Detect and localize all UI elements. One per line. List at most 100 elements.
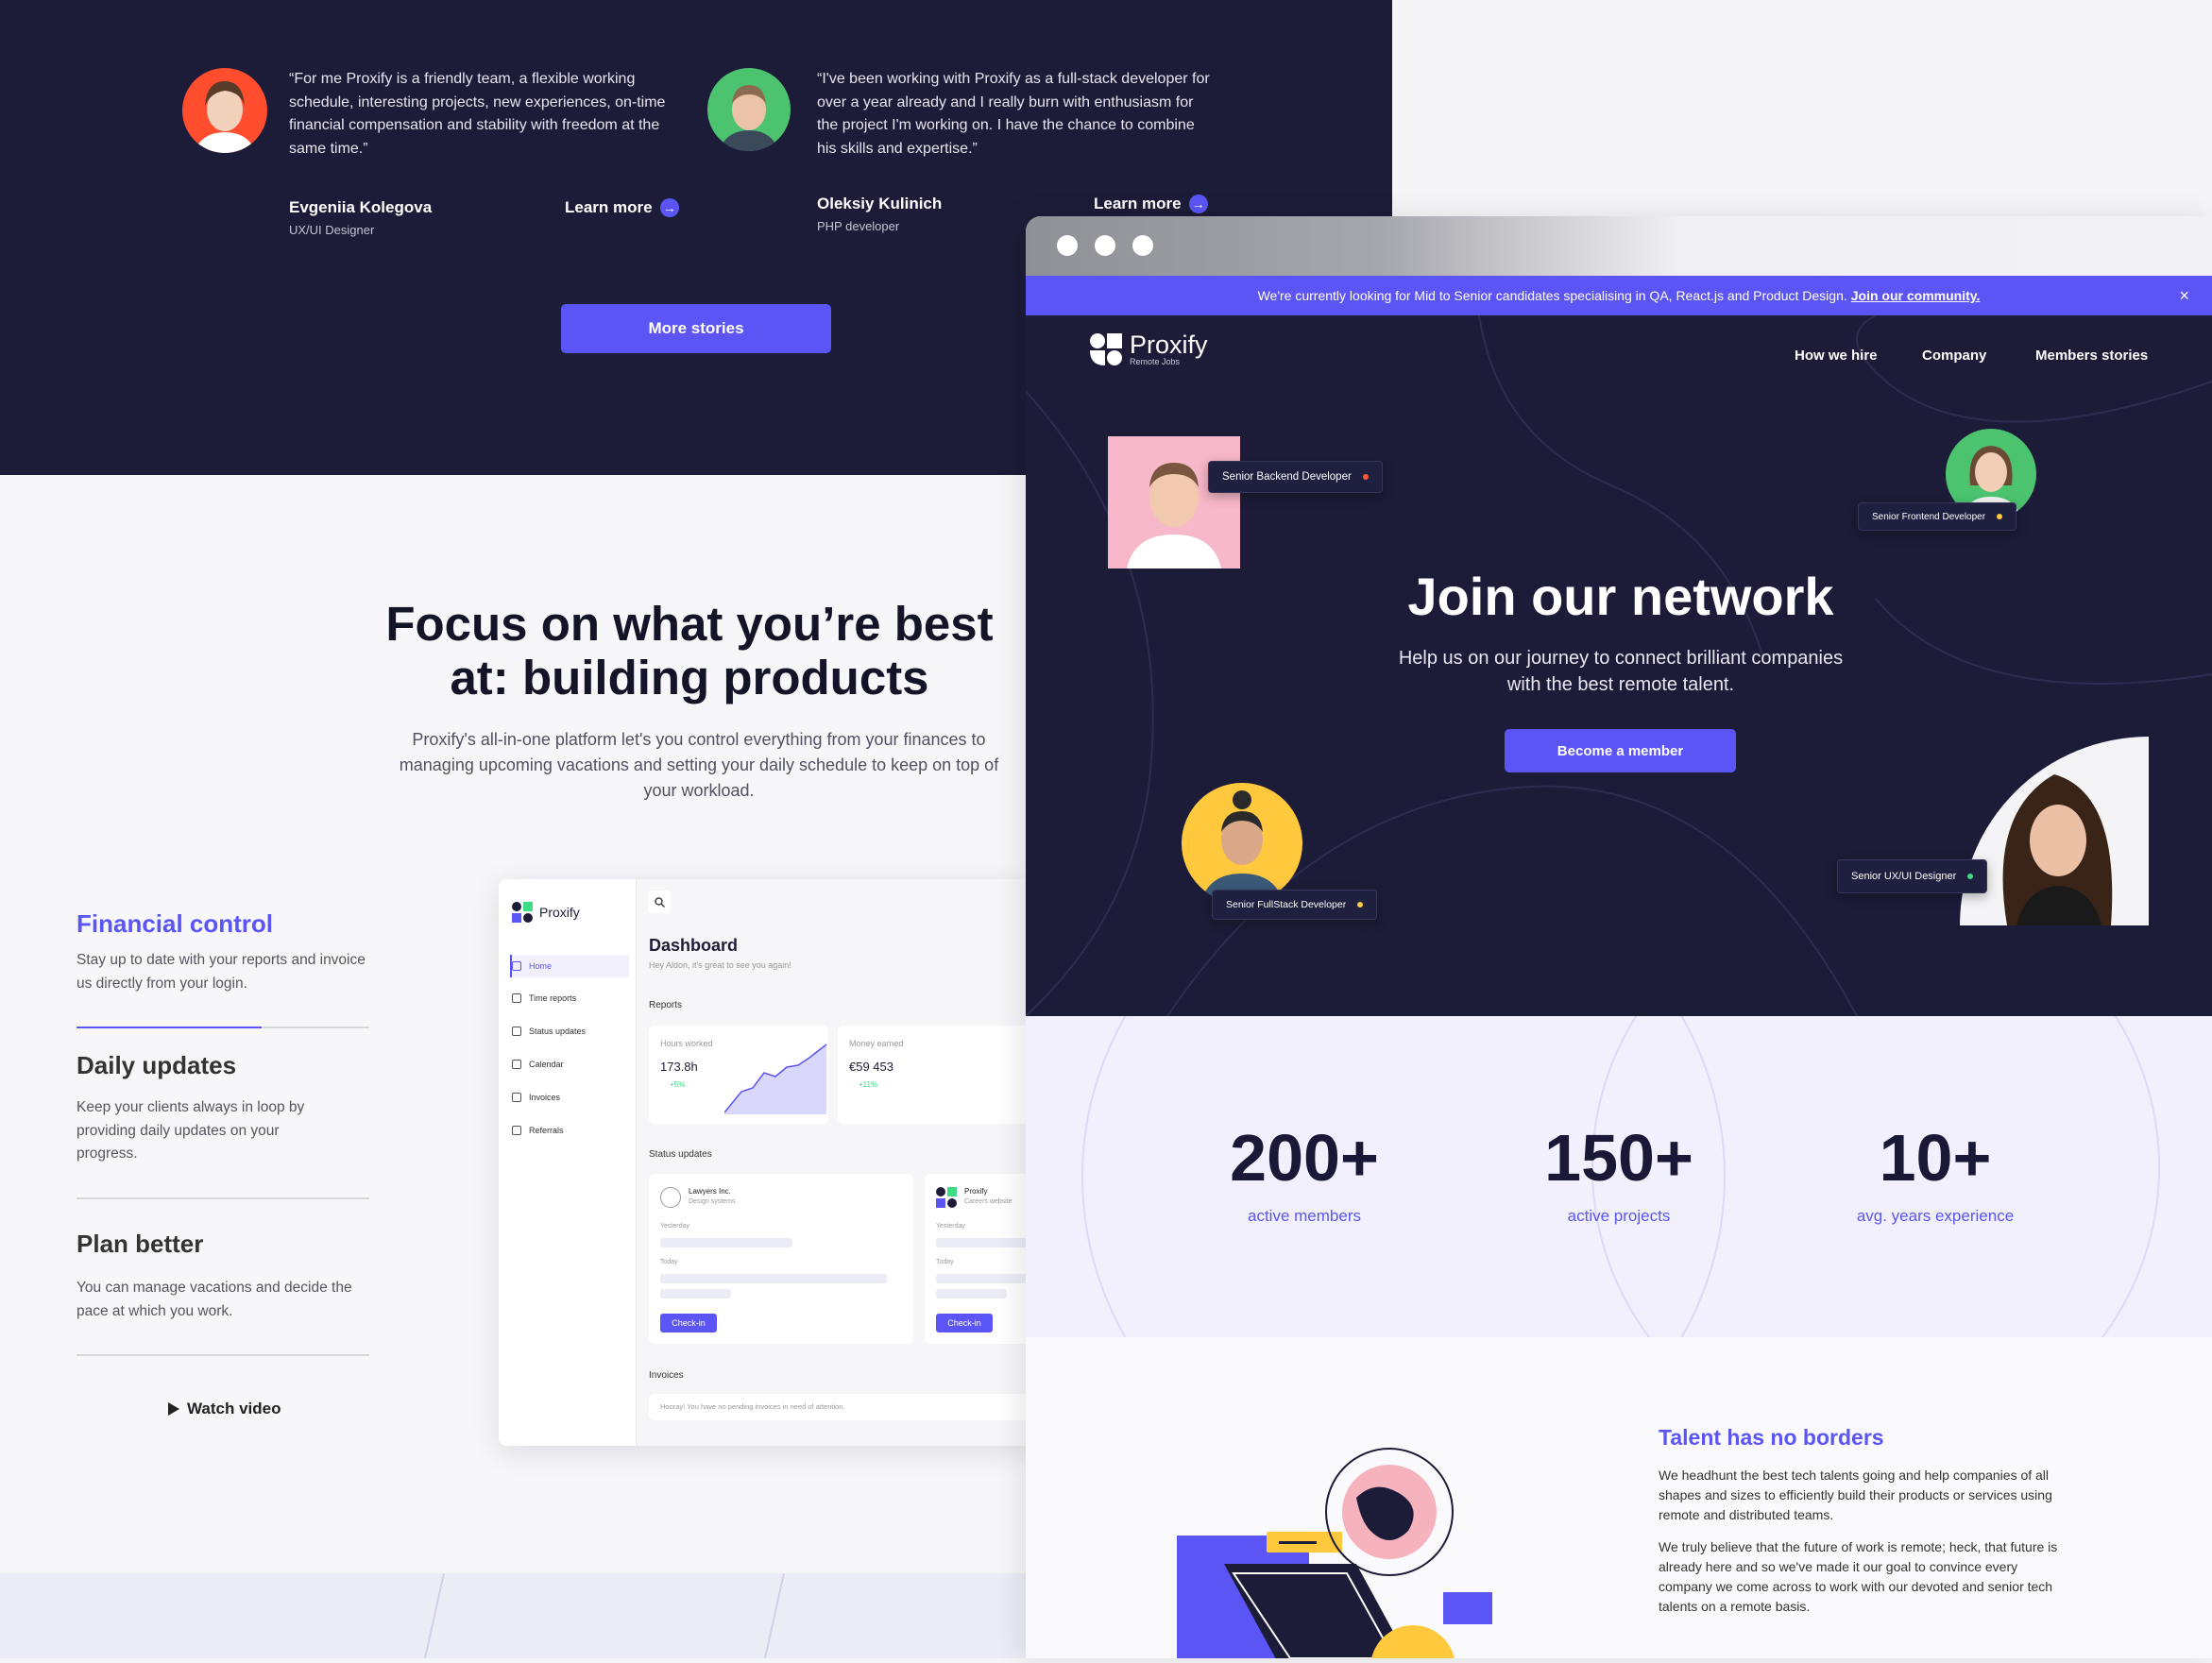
window-close-dot[interactable] bbox=[1057, 235, 1078, 256]
dashboard-greeting: Hey Aldon, it's great to see you again! bbox=[649, 960, 791, 970]
feature-desc: Keep your clients always in loop by prov… bbox=[77, 1099, 305, 1162]
sidebar-item-calendar[interactable]: Calendar bbox=[512, 1060, 564, 1069]
proxify-logo[interactable]: Proxify Remote Jobs bbox=[1090, 332, 1208, 366]
feature-tab-financial-control[interactable]: Financial control bbox=[77, 909, 273, 939]
home-icon bbox=[512, 961, 521, 971]
hours-change: +5% bbox=[670, 1080, 686, 1089]
pencil-icon bbox=[512, 993, 521, 1003]
search-icon bbox=[654, 896, 665, 908]
dashboard-search-button[interactable] bbox=[648, 891, 671, 913]
play-icon bbox=[168, 1402, 179, 1416]
feature-tab-plan-better[interactable]: Plan better bbox=[77, 1230, 203, 1259]
remote-work-illustration bbox=[1177, 1448, 1492, 1658]
learn-more-label: Learn more bbox=[565, 198, 653, 216]
role-tag: Senior FullStack Developer bbox=[1212, 890, 1378, 920]
status-today: Today bbox=[936, 1259, 954, 1265]
check-in-button[interactable]: Check-in bbox=[660, 1314, 717, 1332]
become-member-button[interactable]: Become a member bbox=[1505, 729, 1736, 772]
status-company: Proxify bbox=[964, 1187, 988, 1196]
hero-section: Proxify Remote Jobs How we hire Company … bbox=[1026, 315, 2212, 1016]
status-bar bbox=[936, 1238, 1029, 1247]
person-name: Evgeniia Kolegova bbox=[289, 198, 433, 216]
hours-value: 173.8h bbox=[660, 1060, 698, 1074]
curves-decor bbox=[424, 1572, 785, 1659]
window-minimize-dot[interactable] bbox=[1095, 235, 1115, 256]
sidebar-item-referrals[interactable]: Referrals bbox=[512, 1126, 564, 1135]
focus-description: Proxify's all-in-one platform let's you … bbox=[399, 730, 999, 800]
sidebar-item-status-updates[interactable]: Status updates bbox=[512, 1027, 586, 1036]
invoices-text: Hooray! You have no pending invoices in … bbox=[660, 1402, 845, 1411]
quote-text: “For me Proxify is a friendly team, a fl… bbox=[289, 71, 666, 157]
watch-video-button[interactable]: Watch video bbox=[168, 1400, 281, 1418]
logo-name: Proxify bbox=[1130, 331, 1208, 359]
role-tag-label: Senior Frontend Developer bbox=[1872, 511, 1986, 522]
invoices-card: Hooray! You have no pending invoices in … bbox=[649, 1394, 1029, 1420]
sidebar-item-invoices[interactable]: Invoices bbox=[512, 1093, 560, 1102]
hero-subtitle: Help us on our journey to connect brilli… bbox=[1222, 645, 2019, 698]
sidebar-item-time-reports[interactable]: Time reports bbox=[512, 993, 576, 1003]
status-today: Today bbox=[660, 1259, 678, 1265]
nav-company[interactable]: Company bbox=[1922, 348, 1986, 364]
status-dot-icon bbox=[1357, 902, 1364, 908]
proxify-logo-icon bbox=[1090, 333, 1122, 365]
hero-title: Join our network bbox=[1407, 567, 1834, 626]
nav-how-we-hire[interactable]: How we hire bbox=[1795, 348, 1878, 364]
learn-more-link[interactable]: Learn more → bbox=[565, 198, 679, 217]
person-name: Oleksiy Kulinich bbox=[817, 195, 943, 212]
pulse-icon bbox=[512, 1027, 521, 1036]
avatar-oleksiy bbox=[707, 68, 791, 151]
stat-label: avg. years experience bbox=[1856, 1207, 2015, 1225]
quote-text: “I've been working with Proxify as a ful… bbox=[817, 71, 1210, 157]
status-bar bbox=[660, 1274, 887, 1283]
person-role: PHP developer bbox=[817, 219, 900, 233]
money-value: €59 453 bbox=[849, 1060, 893, 1074]
talent-title: Talent has no borders bbox=[1659, 1425, 1884, 1450]
talent-paragraph: We truly believe that the future of work… bbox=[1659, 1539, 2058, 1614]
announcement-banner: We're currently looking for Mid to Senio… bbox=[1026, 276, 2212, 315]
status-sub: Design systems bbox=[689, 1198, 736, 1205]
status-dot-icon bbox=[1967, 874, 1974, 879]
status-yesterday: Yesterday bbox=[936, 1223, 965, 1230]
feature-tab-daily-updates[interactable]: Daily updates bbox=[77, 1051, 236, 1080]
status-label: Status updates bbox=[649, 1149, 712, 1160]
learn-more-label: Learn more bbox=[1094, 195, 1182, 212]
banner-close-icon[interactable]: × bbox=[2179, 276, 2189, 315]
sidebar-item-home[interactable]: Home bbox=[512, 961, 552, 971]
status-card: Lawyers Inc. Design systems Yesterday To… bbox=[649, 1174, 913, 1344]
sidebar-item-label: Home bbox=[529, 961, 553, 971]
join-community-link[interactable]: Join our community. bbox=[1851, 288, 1981, 303]
banner-text: We're currently looking for Mid to Senio… bbox=[1257, 288, 1847, 303]
arrow-right-icon: → bbox=[1188, 195, 1208, 213]
arrow-right-icon: → bbox=[659, 198, 679, 217]
role-tag: Senior Frontend Developer bbox=[1858, 502, 2017, 531]
hours-card: Hours worked 173.8h +5% bbox=[649, 1026, 828, 1124]
hours-label: Hours worked bbox=[660, 1039, 713, 1048]
photo-fullstack-developer bbox=[1182, 783, 1302, 904]
hero-subtitle-line2: with the best remote talent. bbox=[1506, 674, 1735, 695]
sidebar-item-label: Invoices bbox=[529, 1093, 561, 1102]
hero-subtitle-line1: Help us on our journey to connect brilli… bbox=[1398, 648, 1844, 669]
stat-value: 10+ bbox=[1879, 1121, 1992, 1195]
proxify-logo-icon bbox=[936, 1187, 957, 1208]
feature-divider bbox=[77, 1197, 369, 1199]
sidebar-item-label: Status updates bbox=[529, 1027, 587, 1036]
dashboard-title: Dashboard bbox=[649, 936, 739, 955]
dashboard-mockup: Proxify Home Time reports Status updates… bbox=[499, 879, 1029, 1446]
role-tag-label: Senior Backend Developer bbox=[1222, 471, 1352, 483]
more-stories-button[interactable]: More stories bbox=[561, 304, 831, 353]
money-label: Money earned bbox=[849, 1039, 904, 1048]
stat-label: active projects bbox=[1567, 1207, 1671, 1225]
proxify-logo-icon bbox=[512, 902, 533, 923]
calendar-icon bbox=[512, 1060, 521, 1069]
status-bar bbox=[660, 1238, 792, 1247]
status-sub: Careers website bbox=[964, 1198, 1012, 1205]
learn-more-link[interactable]: Learn more → bbox=[1094, 195, 1208, 213]
photo-backend-developer bbox=[1108, 436, 1240, 568]
check-in-button[interactable]: Check-in bbox=[936, 1314, 993, 1332]
invoices-label: Invoices bbox=[649, 1370, 684, 1381]
nav-members-stories[interactable]: Members stories bbox=[2035, 348, 2148, 364]
status-bar bbox=[936, 1274, 1029, 1283]
dashboard-main: Dashboard Hey Aldon, it's great to see y… bbox=[637, 879, 1029, 1446]
role-tag-label: Senior UX/UI Designer bbox=[1851, 871, 1957, 882]
window-maximize-dot[interactable] bbox=[1132, 235, 1153, 256]
